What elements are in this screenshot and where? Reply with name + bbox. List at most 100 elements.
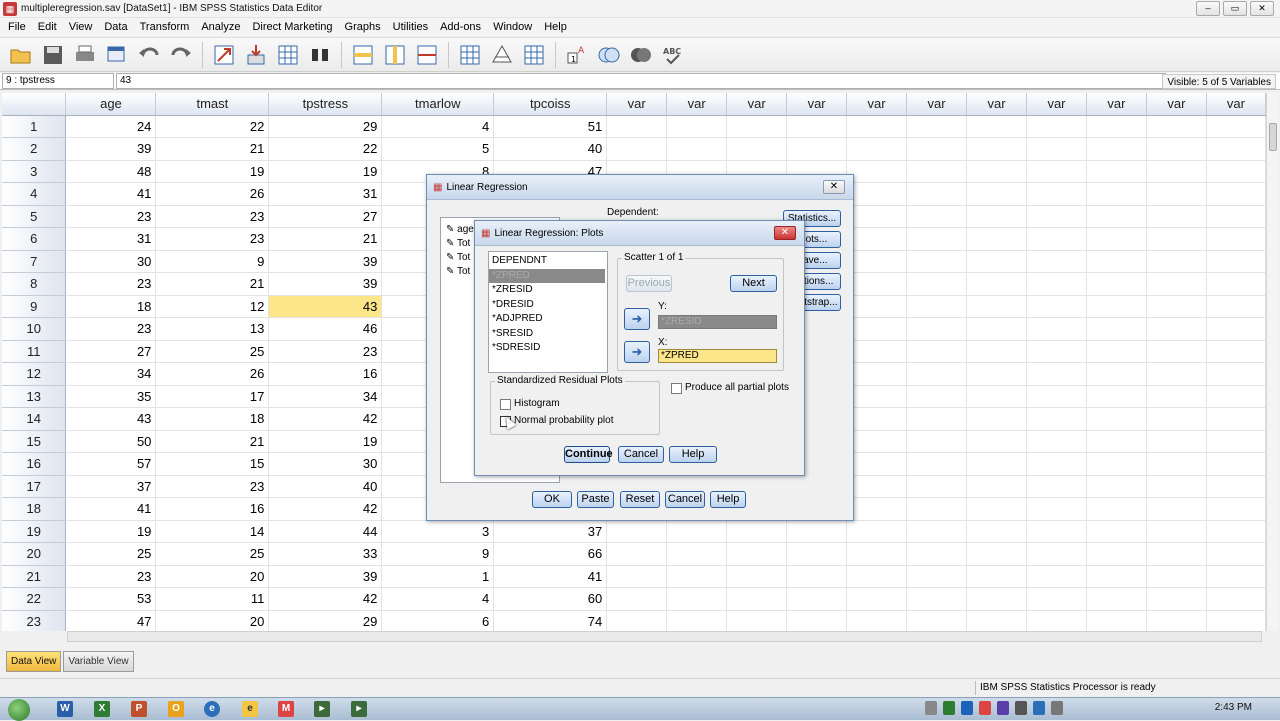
data-cell[interactable] [966, 340, 1027, 363]
data-cell[interactable] [1146, 587, 1207, 611]
data-cell[interactable] [606, 137, 668, 161]
data-cell[interactable]: 25 [65, 542, 157, 566]
row-header[interactable]: 13 [2, 385, 67, 408]
row-header[interactable]: 14 [2, 407, 67, 431]
data-cell[interactable]: 24 [65, 115, 157, 138]
column-header-var[interactable]: var [1206, 93, 1266, 116]
data-cell[interactable]: 15 [155, 452, 270, 476]
data-cell[interactable] [1206, 565, 1266, 588]
data-cell[interactable]: 9 [381, 542, 495, 566]
data-cell[interactable] [1086, 385, 1147, 408]
data-cell[interactable] [846, 452, 908, 476]
row-header[interactable]: 5 [2, 205, 67, 228]
data-cell[interactable] [1206, 182, 1266, 206]
data-cell[interactable]: 23 [65, 205, 157, 228]
menu-help[interactable]: Help [538, 21, 573, 33]
data-cell[interactable]: 66 [493, 542, 608, 566]
data-cell[interactable]: 19 [268, 430, 383, 453]
paste-button[interactable]: Paste [577, 491, 614, 508]
scroll-thumb[interactable] [1269, 123, 1277, 151]
row-header[interactable]: 17 [2, 475, 67, 498]
data-cell[interactable] [1206, 160, 1266, 183]
data-cell[interactable] [1206, 250, 1266, 273]
help-button[interactable]: Help [710, 491, 746, 508]
plots-close-button[interactable]: ✕ [774, 226, 796, 240]
data-cell[interactable] [906, 137, 968, 161]
reset-button[interactable]: Reset [620, 491, 660, 508]
data-cell[interactable] [1146, 182, 1207, 206]
data-cell[interactable] [846, 115, 908, 138]
data-cell[interactable] [1146, 475, 1207, 498]
data-cell[interactable] [1086, 115, 1147, 138]
data-cell[interactable]: 21 [155, 430, 270, 453]
row-header[interactable]: 2 [2, 137, 67, 161]
data-cell[interactable] [1206, 587, 1266, 611]
data-cell[interactable] [1086, 295, 1147, 318]
data-cell[interactable] [1086, 227, 1147, 251]
data-cell[interactable] [1146, 205, 1207, 228]
data-cell[interactable] [906, 587, 968, 611]
data-cell[interactable] [966, 407, 1027, 431]
data-cell[interactable]: 30 [268, 452, 383, 476]
row-header[interactable]: 20 [2, 542, 67, 566]
open-icon[interactable] [8, 42, 34, 68]
vertical-scrollbar[interactable] [1266, 93, 1279, 631]
data-cell[interactable]: 1 [381, 565, 495, 588]
data-cell[interactable]: 14 [155, 520, 270, 543]
data-cell[interactable] [846, 340, 908, 363]
data-cell[interactable]: 48 [65, 160, 157, 183]
tab-variable-view[interactable]: Variable View [63, 651, 134, 672]
excel-icon[interactable]: X [94, 701, 110, 717]
data-cell[interactable] [726, 520, 788, 543]
data-cell[interactable] [846, 137, 908, 161]
close-button[interactable]: ✕ [1250, 1, 1274, 16]
data-cell[interactable]: 39 [65, 137, 157, 161]
data-cell[interactable] [1206, 115, 1266, 138]
continue-button[interactable]: Continue [564, 446, 613, 463]
minimize-button[interactable]: – [1196, 1, 1220, 16]
data-cell[interactable] [1026, 137, 1087, 161]
column-header-var[interactable]: var [1026, 93, 1087, 116]
data-cell[interactable] [1086, 565, 1147, 588]
data-cell[interactable] [1146, 385, 1207, 408]
column-header-var[interactable]: var [666, 93, 728, 116]
data-cell[interactable] [846, 205, 908, 228]
data-cell[interactable] [1026, 542, 1087, 566]
data-cell[interactable] [1086, 452, 1147, 476]
row-header[interactable]: 7 [2, 250, 67, 273]
data-cell[interactable] [906, 115, 968, 138]
data-cell[interactable]: 12 [155, 295, 270, 318]
cancel-button[interactable]: Cancel [665, 491, 705, 508]
plot-source-item[interactable]: *SRESID [489, 327, 607, 342]
powerpoint-icon[interactable]: P [131, 701, 147, 717]
data-cell[interactable] [906, 452, 968, 476]
data-cell[interactable] [1206, 340, 1266, 363]
data-cell[interactable] [906, 542, 968, 566]
data-cell[interactable] [1026, 272, 1087, 296]
data-cell[interactable] [966, 385, 1027, 408]
data-cell[interactable] [846, 475, 908, 498]
data-cell[interactable]: 19 [65, 520, 157, 543]
row-header[interactable]: 18 [2, 497, 67, 521]
row-header[interactable]: 3 [2, 160, 67, 183]
taskbar-clock[interactable]: 2:43 PM [1215, 702, 1252, 713]
data-cell[interactable] [906, 340, 968, 363]
data-cell[interactable] [1086, 362, 1147, 386]
data-cell[interactable]: 43 [65, 407, 157, 431]
data-cell[interactable] [966, 362, 1027, 386]
data-cell[interactable]: 5 [381, 137, 495, 161]
data-cell[interactable] [966, 610, 1027, 631]
data-cell[interactable] [906, 407, 968, 431]
data-cell[interactable] [1146, 137, 1207, 161]
data-cell[interactable] [1206, 385, 1266, 408]
data-cell[interactable] [906, 227, 968, 251]
data-cell[interactable] [1086, 182, 1147, 206]
data-cell[interactable] [1206, 497, 1266, 521]
data-cell[interactable]: 4 [381, 587, 495, 611]
data-cell[interactable] [846, 610, 908, 631]
row-header[interactable]: 8 [2, 272, 67, 296]
data-cell[interactable] [726, 610, 788, 631]
partial-plots-checkbox[interactable] [671, 383, 682, 394]
data-cell[interactable]: 11 [155, 587, 270, 611]
data-cell[interactable] [906, 475, 968, 498]
